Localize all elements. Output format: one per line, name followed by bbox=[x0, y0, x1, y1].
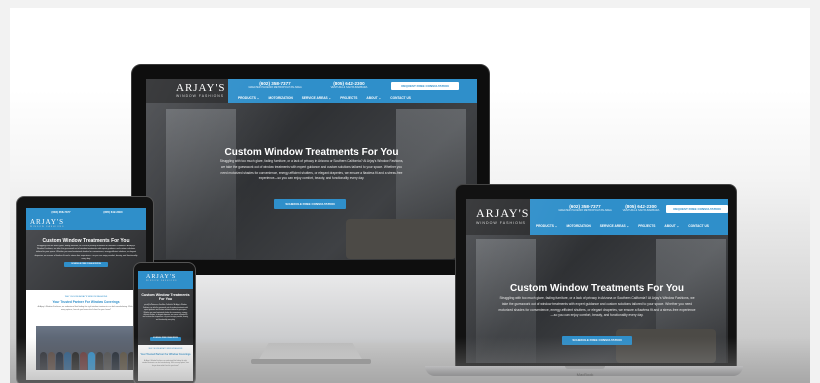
logo-text: ARJAY'S bbox=[176, 82, 226, 94]
sofa-image bbox=[616, 329, 716, 363]
window-image bbox=[166, 109, 236, 259]
imac-foot bbox=[251, 359, 371, 364]
site-logo[interactable]: ARJAY'S WINDOW FASHIONS bbox=[176, 82, 226, 98]
nav-motorization[interactable]: MOTORIZATION bbox=[566, 224, 590, 228]
phone-device: ARJAY'S WINDOW FASHIONS Custom Window Tre… bbox=[133, 262, 196, 383]
website-mobile: ARJAY'S WINDOW FASHIONS Custom Window Tre… bbox=[138, 271, 193, 381]
phone-screen: ARJAY'S WINDOW FASHIONS Custom Window Tre… bbox=[138, 271, 193, 381]
laptop-base bbox=[425, 366, 743, 376]
mockup-stage: ARJAY'S WINDOW FASHIONS (602) 358-7377 GRE… bbox=[10, 8, 810, 383]
main-nav: PRODUCTS ⌄ MOTORIZATION SERVICE AREAS ⌄ … bbox=[238, 96, 411, 100]
nav-contact[interactable]: CONTACT US bbox=[390, 96, 411, 100]
request-consultation-button[interactable]: REQUEST FREE CONSULTATION bbox=[666, 205, 728, 213]
person-figure bbox=[72, 352, 79, 370]
nav-contact[interactable]: CONTACT US bbox=[688, 224, 709, 228]
person-figure bbox=[80, 352, 87, 370]
hero-title: Custom Window Treatments For You bbox=[224, 147, 399, 158]
person-figure bbox=[104, 352, 111, 370]
nav-projects[interactable]: PROJECTS bbox=[340, 96, 357, 100]
site-logo[interactable]: ARJAY'S WINDOW FASHIONS bbox=[30, 218, 64, 228]
hero-text: Struggling with too much glare, fading f… bbox=[219, 159, 404, 181]
imac-stand bbox=[258, 343, 363, 361]
person-figure bbox=[56, 352, 63, 370]
logo-subtext: WINDOW FASHIONS bbox=[476, 221, 526, 225]
schedule-consultation-button[interactable]: SCHEDULE FREE CONSULTATION bbox=[562, 336, 632, 345]
laptop-screen: ARJAY'S WINDOW FASHIONS (602) 358-7377 GRE… bbox=[466, 199, 728, 363]
site-header: ARJAY'S WINDOW FASHIONS (602) 358-7377 GRE… bbox=[466, 199, 728, 235]
hero-title: Custom Window Treatments For You bbox=[510, 283, 684, 294]
site-logo[interactable]: ARJAY'S WINDOW FASHIONS bbox=[476, 206, 529, 225]
phone-california[interactable]: (805) 642-2300 VENTURA & SANTA BARBARA bbox=[318, 81, 380, 89]
hero-text: Struggling with too much glare, fading f… bbox=[142, 303, 189, 321]
section-label: WHY CHOOSE ARJAY'S WINDOW FASHIONS bbox=[148, 349, 183, 350]
website-tablet: (602) 358-7377 (805) 642-2300 ARJAY'S WIN… bbox=[26, 208, 146, 380]
laptop-lid: ARJAY'S WINDOW FASHIONS (602) 358-7377 GRE… bbox=[455, 184, 737, 368]
logo-subtext: WINDOW FASHIONS bbox=[30, 226, 65, 228]
main-nav: PRODUCTS ⌄ MOTORIZATION SERVICE AREAS ⌄ … bbox=[536, 224, 709, 228]
section-text: At Arjay's Window Fashions, we understan… bbox=[37, 306, 135, 311]
phone-arizona[interactable]: (602) 358-7377 bbox=[36, 210, 86, 214]
person-figure bbox=[96, 352, 103, 370]
site-header: (602) 358-7377 (805) 642-2300 ARJAY'S WIN… bbox=[26, 208, 146, 230]
phone-area: VENTURA & SANTA BARBARA bbox=[330, 86, 368, 89]
person-figure bbox=[128, 352, 135, 370]
logo-subtext: WINDOW FASHIONS bbox=[146, 280, 178, 282]
person-figure bbox=[112, 352, 119, 370]
person-figure bbox=[88, 352, 95, 370]
laptop-brand: MacBook bbox=[576, 372, 594, 377]
request-consultation-button[interactable]: REQUEST FREE CONSULTATION bbox=[391, 82, 459, 90]
phone-arizona[interactable]: (602) 358-7377 GREATER PHOENIX METROPOLIT… bbox=[240, 81, 310, 89]
phone-number: (805) 642-2300 bbox=[103, 210, 123, 214]
person-figure bbox=[64, 352, 71, 370]
apple-logo-icon bbox=[297, 283, 325, 311]
section-label: WHY CHOOSE ARJAY'S WINDOW FASHIONS bbox=[64, 296, 108, 298]
logo-subtext: WINDOW FASHIONS bbox=[176, 94, 224, 98]
phone-area: VENTURA & SANTA BARBARA bbox=[622, 209, 660, 212]
schedule-consultation-button[interactable]: SCHEDULE FREE CONSULTATION bbox=[64, 262, 108, 267]
section-title: Your Trusted Partner For Window Covering… bbox=[140, 353, 191, 356]
tablet-screen: (602) 358-7377 (805) 642-2300 ARJAY'S WIN… bbox=[26, 208, 146, 380]
website-laptop: ARJAY'S WINDOW FASHIONS (602) 358-7377 GRE… bbox=[466, 199, 728, 363]
phone-number: (602) 358-7377 bbox=[51, 210, 71, 214]
phone-california[interactable]: (805) 642-2300 bbox=[88, 210, 138, 214]
nav-motorization[interactable]: MOTORIZATION bbox=[268, 96, 292, 100]
nav-service-areas[interactable]: SERVICE AREAS ⌄ bbox=[302, 96, 331, 100]
hero-text: Struggling with too much glare, fading f… bbox=[34, 245, 138, 260]
section-text: At Arjay's Window Fashions, we understan… bbox=[142, 361, 189, 367]
nav-products[interactable]: PRODUCTS ⌄ bbox=[536, 224, 557, 228]
nav-projects[interactable]: PROJECTS bbox=[638, 224, 655, 228]
schedule-consultation-button[interactable]: SCHEDULE FREE CONSULTATION bbox=[274, 199, 346, 209]
site-header: ARJAY'S WINDOW FASHIONS (602) 358-7377 GRE… bbox=[146, 79, 477, 103]
person-figure bbox=[40, 352, 47, 370]
nav-about[interactable]: ABOUT ⌄ bbox=[366, 96, 381, 100]
logo-text: ARJAY'S bbox=[476, 206, 530, 220]
site-header: ARJAY'S WINDOW FASHIONS bbox=[138, 271, 193, 289]
site-logo[interactable]: ARJAY'S WINDOW FASHIONS bbox=[146, 274, 177, 282]
nav-service-areas[interactable]: SERVICE AREAS ⌄ bbox=[600, 224, 629, 228]
laptop-device: ARJAY'S WINDOW FASHIONS (602) 358-7377 GRE… bbox=[425, 184, 743, 383]
phone-area: GREATER PHOENIX METROPOLITAN AREA bbox=[248, 86, 302, 89]
logo-text: ARJAY'S bbox=[30, 218, 65, 226]
hero-text: Struggling with too much glare, fading f… bbox=[498, 296, 696, 318]
hero-title: Custom Window Treatments For You bbox=[42, 238, 130, 244]
person-figure bbox=[48, 352, 55, 370]
laptop-notch bbox=[565, 366, 605, 369]
nav-about[interactable]: ABOUT ⌄ bbox=[664, 224, 679, 228]
schedule-consultation-button[interactable]: SCHEDULE FREE CONSULTATION bbox=[150, 337, 181, 341]
section-title: Your Trusted Partner For Window Covering… bbox=[52, 300, 120, 304]
hero-title: Custom Window Treatments For You bbox=[141, 293, 190, 302]
team-photo bbox=[36, 326, 136, 370]
nav-products[interactable]: PRODUCTS ⌄ bbox=[238, 96, 259, 100]
phone-california[interactable]: (805) 642-2300 VENTURA & SANTA BARBARA bbox=[610, 204, 672, 212]
person-figure bbox=[120, 352, 127, 370]
